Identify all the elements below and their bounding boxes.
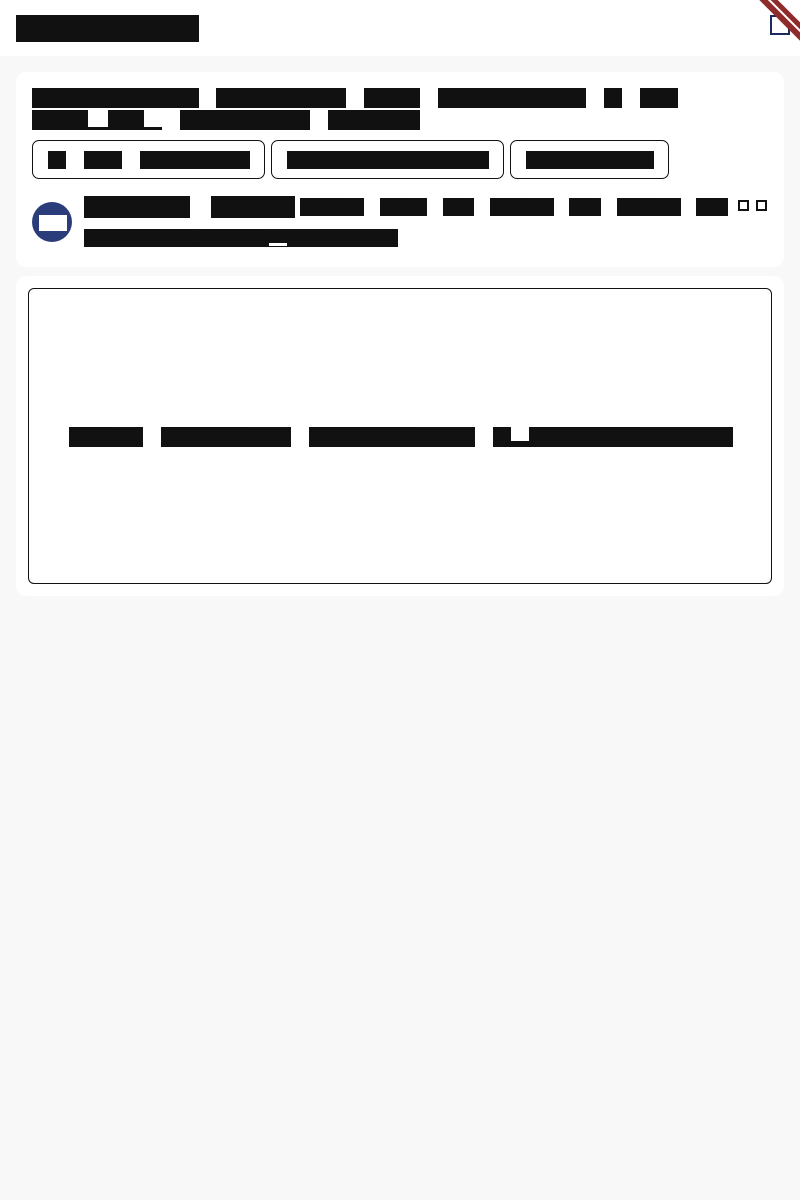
site-logo[interactable]: ████████████ (16, 15, 199, 42)
action-button-2[interactable]: ██████████████ (271, 140, 504, 179)
title-underscore (88, 127, 108, 130)
checkbox-icon[interactable] (738, 200, 749, 211)
meta-item: ████ (300, 198, 364, 216)
author-tag: █████ (211, 196, 295, 218)
checkbox-icon[interactable] (756, 200, 767, 211)
title-underscore (144, 127, 162, 130)
embed-word: ████████ (161, 427, 291, 447)
meta-item: ██ (569, 198, 601, 216)
top-bar: ████████████ (0, 0, 800, 56)
meta-item: ████ (617, 198, 681, 216)
button-label: ██████████████ (287, 151, 489, 169)
author-subline: ████████████_███████ (84, 229, 398, 247)
subline-underscore-gap (269, 243, 287, 246)
title-word: ████████ (180, 110, 310, 130)
title-word: █████████ (32, 88, 199, 108)
title-word: █ (604, 88, 622, 108)
meta-item: ████ (490, 198, 554, 216)
author-name[interactable]: ████████ (84, 196, 190, 218)
title-word: ████████ (216, 88, 346, 108)
meta-item: ██ (443, 198, 474, 216)
meta-item: ██ (696, 198, 728, 216)
title-word: ██████ (328, 110, 420, 130)
embed-underscore-gap (511, 427, 529, 441)
embed-word: ████ (69, 427, 143, 447)
post-card: █████████ ████████ ████ ██████████ █ ██ … (16, 72, 784, 267)
title-word: ████ (364, 88, 420, 108)
button-label: █████████ (526, 151, 654, 169)
button-label-part: █ (48, 151, 66, 169)
title-word: ██ (640, 88, 678, 108)
embedded-content[interactable]: ████ ████████ ██████████ █_████████████ (28, 288, 772, 584)
embed-word: ██████████ (309, 427, 475, 447)
author-avatar[interactable] (32, 202, 72, 242)
action-button-1[interactable]: █ ██ ███████ (32, 140, 265, 179)
button-label-part: ██ (84, 151, 122, 169)
post-title: █████████ ████████ ████ ██████████ █ ██ … (32, 88, 768, 132)
title-word: ██_ (108, 110, 144, 130)
title-word: ███ (32, 110, 88, 130)
title-word: ██████████ (438, 88, 586, 108)
button-label-part: ███████ (140, 151, 250, 169)
meta-item: ███ (380, 198, 427, 216)
embed-word: █_████████████ (493, 427, 733, 447)
action-button-3[interactable]: █████████ (510, 140, 669, 179)
embed-card: ████ ████████ ██████████ █_████████████ (16, 276, 784, 596)
